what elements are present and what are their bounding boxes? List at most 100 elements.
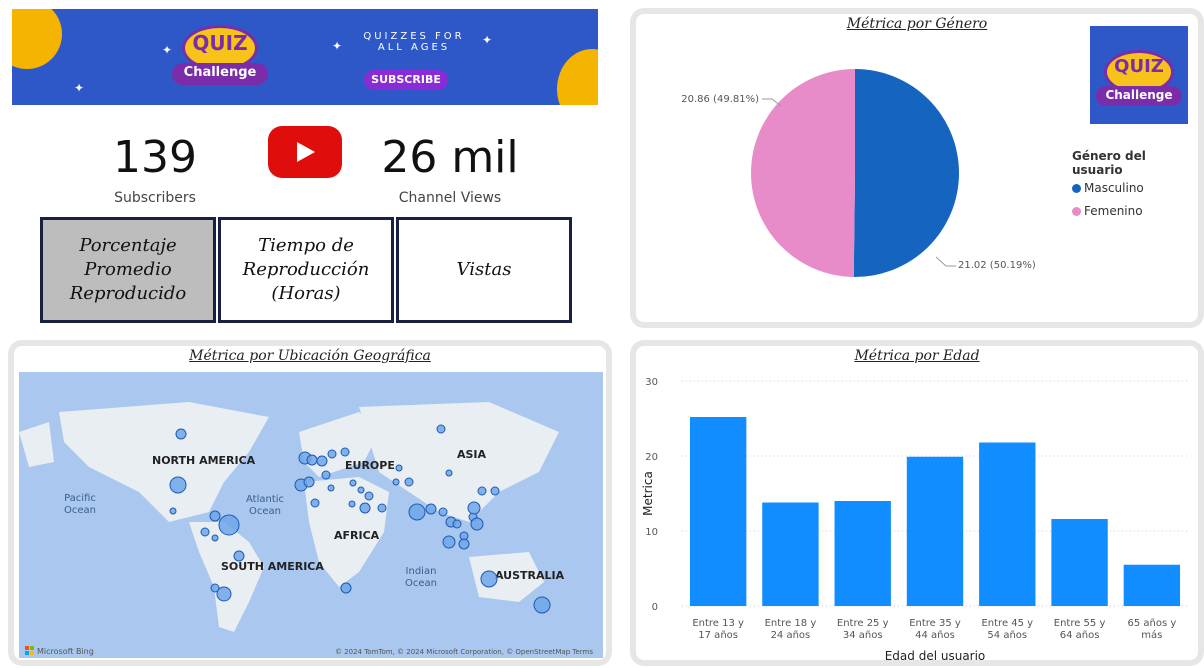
bar[interactable] [689,417,747,606]
y-axis-title: Metrica [641,471,655,516]
y-tick-label: 20 [645,452,658,463]
age-chart-card: Métrica por Edad 0 10 20 30 Entre 13 y 17 año… [636,346,1198,663]
map-bubble [425,503,437,515]
map-bubble [349,479,357,487]
map-bubble [233,550,245,562]
map-bubble [357,486,365,494]
x-tick-label: 17 años [698,630,738,641]
metric-button-porcentaje[interactable]: Porcentaje Promedio Reproducido [40,217,216,323]
banner-blob-right [557,49,598,105]
pie-slice-masculino[interactable] [853,69,959,277]
legend-dot-icon [1072,206,1081,216]
bar[interactable] [834,501,891,606]
map-bubble [340,582,352,594]
channel-views-label: Channel Views [398,190,502,206]
map-bubble [364,491,374,501]
map-bubble [442,535,456,549]
bar[interactable] [1051,519,1108,606]
metric-button-vistas[interactable]: Vistas [396,217,572,323]
map-bubble [470,517,484,531]
gender-legend: Género del usuario Masculino Femenino [1072,149,1198,218]
map-card: Métrica por Ubicación Geográfica NORTH A… [14,346,606,660]
legend-dot-icon [1072,183,1081,193]
map-bubble [340,447,350,457]
youtube-icon [268,126,342,178]
map-bubble [458,538,470,550]
metric-button-tiempo[interactable]: Tiempo de Reproducción (Horas) [218,217,394,323]
map-bubble [200,527,210,537]
map-bubble [392,478,400,486]
region-label: AUSTRALIA [495,569,565,582]
y-tick-label: 0 [652,602,658,613]
x-axis-title: Edad del usuario [885,649,986,663]
region-label: ASIA [457,448,487,461]
x-tick-label: 34 años [843,630,883,641]
x-tick-label: 64 años [1060,630,1100,641]
map-bubble [327,484,335,492]
world-map[interactable]: NORTH AMERICA EUROPE ASIA AFRICA SOUTH A… [19,372,603,658]
bar[interactable] [1123,564,1181,606]
map-bubble [175,428,187,440]
map-bubble [533,596,551,614]
map-bubble [395,464,403,472]
sparkle-icon: ✦ [162,43,173,57]
region-label: NORTH AMERICA [152,454,256,467]
y-tick-label: 10 [645,527,658,538]
channel-banner: ✦ ✦ ✦ ✦ QUIZ Challenge QUIZZES FOR ALL A… [12,9,598,105]
x-tick-label: Entre 35 y [909,618,961,629]
map-bubble [321,470,331,480]
x-tick-label: Entre 55 y [1054,618,1106,629]
svg-text:Ocean: Ocean [249,506,281,517]
map-bubble [377,503,387,513]
map-bubble [490,486,500,496]
bar[interactable] [979,442,1036,607]
map-bubble [477,486,487,496]
map-bubble [467,501,481,515]
map-bubble [327,449,337,459]
map-bubble [408,503,426,521]
svg-text:Microsoft Bing: Microsoft Bing [37,647,94,656]
gender-chart-card: Métrica por Género 21.02 (50.19%) 20.86 (… [636,14,1198,322]
map-bubble [310,498,320,508]
banner-blob-left [12,9,62,69]
y-tick-label: 30 [645,377,658,388]
pie-slice-femenino[interactable] [750,69,855,277]
map-bubble [452,519,462,529]
svg-text:Indian: Indian [406,566,437,577]
map-bubble [303,476,315,488]
map-bubble [211,534,219,542]
x-tick-label: 44 años [915,630,955,641]
map-copyright: © 2024 TomTom, © 2024 Microsoft Corporat… [335,648,593,656]
map-bubble [445,469,453,477]
banner-tagline: QUIZZES FOR ALL AGES [363,31,465,53]
svg-text:Pacific: Pacific [64,493,96,504]
quiz-challenge-logo: QUIZ Challenge [1090,26,1188,124]
x-tick-label: más [1141,629,1162,641]
x-tick-label: Entre 45 y [981,618,1033,629]
channel-views-count: 26 mil [381,132,519,183]
region-label: AFRICA [334,529,380,542]
x-tick-label: Entre 25 y [837,618,889,629]
x-tick-label: 24 años [771,630,811,641]
sparkle-icon: ✦ [74,81,85,95]
map-bubble [218,514,240,536]
legend-item-femenino[interactable]: Femenino [1072,204,1198,218]
legend-title: Género del usuario [1072,149,1146,177]
map-bubble [216,586,232,602]
region-label: SOUTH AMERICA [221,560,324,573]
pie-data-label: 21.02 (50.19%) [958,260,1036,271]
subscribe-button[interactable]: SUBSCRIBE [364,70,448,90]
bar[interactable] [762,502,819,607]
svg-text:Ocean: Ocean [64,505,96,516]
subscribers-label: Subscribers [114,190,196,206]
bar[interactable] [906,456,964,606]
map-bubble [348,500,356,508]
map-bubble [169,476,187,494]
x-tick-label: Entre 13 y [692,618,744,629]
map-bubble [359,502,371,514]
map-bubble [480,570,498,588]
map-bubble [438,507,448,517]
map-bubble [404,477,414,487]
x-tick-label: Entre 18 y [765,618,817,629]
legend-item-masculino[interactable]: Masculino [1072,181,1198,195]
